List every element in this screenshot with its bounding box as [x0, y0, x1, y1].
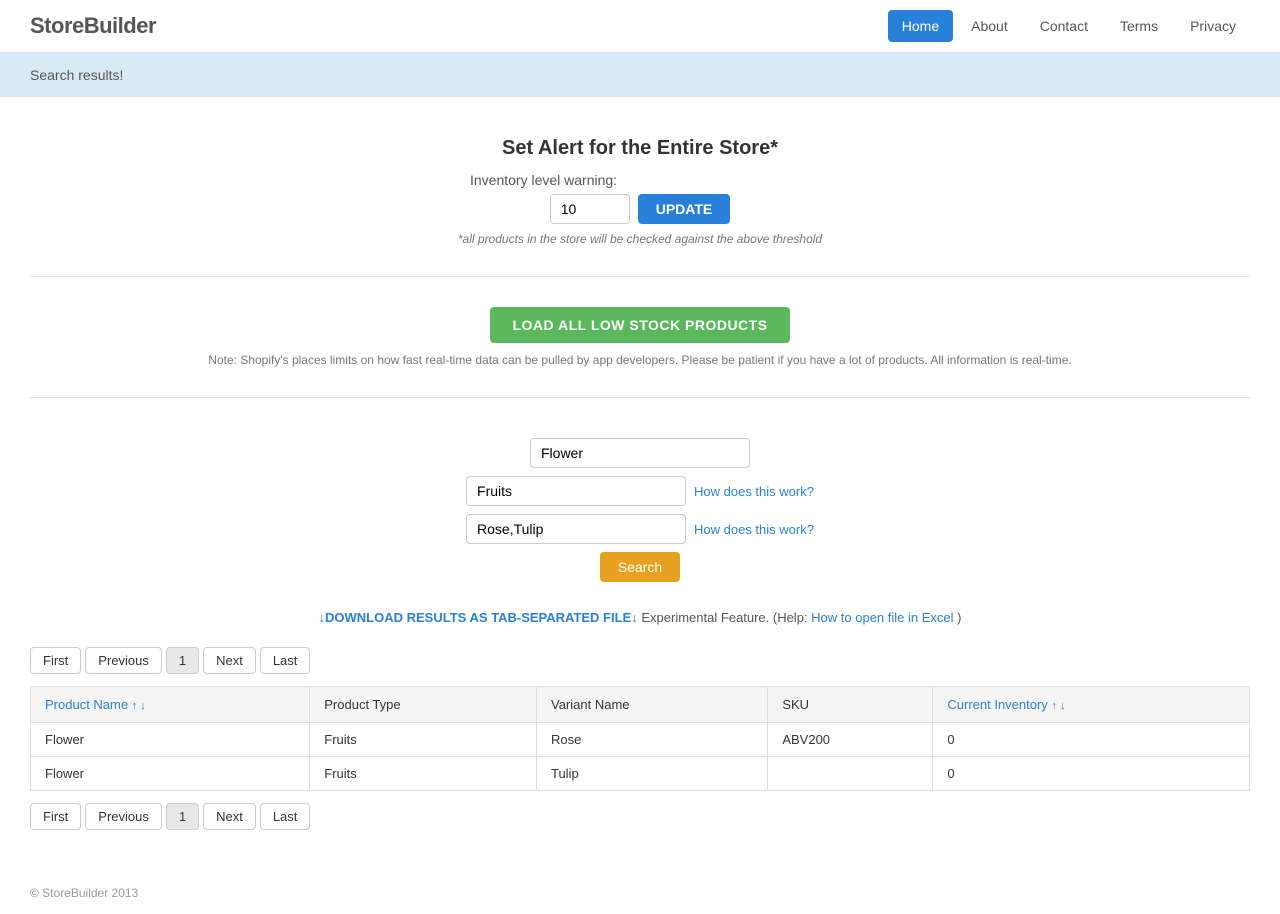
cell-product-type-1: Fruits — [310, 723, 537, 757]
product-search-row — [530, 438, 750, 468]
alert-label: Inventory level warning: — [470, 172, 810, 188]
col-inventory-label: Current Inventory — [947, 697, 1047, 712]
alert-note: *all products in the store will be check… — [30, 232, 1250, 246]
footer-text: © StoreBuilder 2013 — [30, 886, 138, 900]
pagination-top: First Previous 1 Next Last — [30, 647, 1250, 674]
download-suffix-end: ) — [957, 610, 961, 625]
help-link-variant[interactable]: How does this work? — [694, 522, 814, 537]
col-variant-label: Variant Name — [551, 697, 630, 712]
search-button[interactable]: Search — [600, 552, 680, 582]
last-button-bottom[interactable]: Last — [260, 803, 311, 830]
next-button-top[interactable]: Next — [203, 647, 256, 674]
pagination-bottom: First Previous 1 Next Last — [30, 803, 1250, 830]
results-table: Product Name ↑ ↓ Product Type Variant Na… — [30, 686, 1250, 791]
nav-menu: Home About Contact Terms Privacy — [888, 10, 1250, 42]
cell-inventory-2: 0 — [933, 757, 1250, 791]
col-product-name-label: Product Name — [45, 697, 128, 712]
table-body: Flower Fruits Rose ABV200 0 Flower Fruit… — [31, 723, 1250, 791]
col-product-type: Product Type — [310, 687, 537, 723]
cell-product-type-2: Fruits — [310, 757, 537, 791]
product-type-input[interactable] — [466, 476, 686, 506]
variant-input[interactable] — [466, 514, 686, 544]
excel-help-link[interactable]: How to open file in Excel — [811, 610, 953, 625]
previous-button-bottom[interactable]: Previous — [85, 803, 162, 830]
variant-row: How does this work? — [466, 514, 814, 544]
alert-title: Set Alert for the Entire Store* — [30, 137, 1250, 160]
cell-sku-2 — [768, 757, 933, 791]
cell-product-name-1: Flower — [31, 723, 310, 757]
alert-section: Set Alert for the Entire Store* Inventor… — [30, 117, 1250, 256]
next-button-bottom[interactable]: Next — [203, 803, 256, 830]
search-results-banner: Search results! — [0, 53, 1280, 97]
col-variant-name: Variant Name — [536, 687, 767, 723]
cell-variant-1: Rose — [536, 723, 767, 757]
load-note: Note: Shopify's places limits on how fas… — [30, 353, 1250, 367]
table-row: Flower Fruits Tulip 0 — [31, 757, 1250, 791]
cell-variant-2: Tulip — [536, 757, 767, 791]
inventory-warning-input[interactable] — [550, 194, 630, 224]
col-product-name[interactable]: Product Name ↑ ↓ — [31, 687, 310, 723]
nav-about[interactable]: About — [957, 10, 1022, 42]
footer: © StoreBuilder 2013 — [0, 872, 1280, 914]
previous-button-top[interactable]: Previous — [85, 647, 162, 674]
col-inventory-arrows: ↑ ↓ — [1051, 700, 1065, 712]
table-row: Flower Fruits Rose ABV200 0 — [31, 723, 1250, 757]
page-number-bottom[interactable]: 1 — [166, 803, 199, 830]
cell-sku-1: ABV200 — [768, 723, 933, 757]
table-head: Product Name ↑ ↓ Product Type Variant Na… — [31, 687, 1250, 723]
navbar: StoreBuilder Home About Contact Terms Pr… — [0, 0, 1280, 53]
col-product-type-label: Product Type — [324, 697, 400, 712]
search-section: How does this work? How does this work? … — [30, 418, 1250, 600]
download-section: ↓DOWNLOAD RESULTS AS TAB-SEPARATED FILE↓… — [30, 600, 1250, 635]
first-button-bottom[interactable]: First — [30, 803, 81, 830]
col-sku: SKU — [768, 687, 933, 723]
search-btn-row: Search — [600, 552, 680, 582]
page-number-top[interactable]: 1 — [166, 647, 199, 674]
load-all-button[interactable]: LOAD ALL LOW STOCK PRODUCTS — [490, 307, 789, 343]
help-link-type[interactable]: How does this work? — [694, 484, 814, 499]
alert-row: UPDATE — [30, 194, 1250, 224]
load-section: LOAD ALL LOW STOCK PRODUCTS Note: Shopif… — [30, 297, 1250, 377]
col-product-name-arrows: ↑ ↓ — [132, 700, 146, 712]
last-button-top[interactable]: Last — [260, 647, 311, 674]
col-sku-label: SKU — [782, 697, 809, 712]
cell-inventory-1: 0 — [933, 723, 1250, 757]
divider-2 — [30, 397, 1250, 398]
cell-product-name-2: Flower — [31, 757, 310, 791]
nav-privacy[interactable]: Privacy — [1176, 10, 1250, 42]
update-button[interactable]: UPDATE — [638, 194, 731, 224]
product-name-input[interactable] — [530, 438, 750, 468]
main-content: Set Alert for the Entire Store* Inventor… — [0, 117, 1280, 872]
divider-1 — [30, 276, 1250, 277]
download-link[interactable]: ↓DOWNLOAD RESULTS AS TAB-SEPARATED FILE↓ — [319, 610, 638, 625]
product-type-row: How does this work? — [466, 476, 814, 506]
col-inventory[interactable]: Current Inventory ↑ ↓ — [933, 687, 1250, 723]
table-header-row: Product Name ↑ ↓ Product Type Variant Na… — [31, 687, 1250, 723]
nav-terms[interactable]: Terms — [1106, 10, 1172, 42]
first-button-top[interactable]: First — [30, 647, 81, 674]
brand: StoreBuilder — [30, 13, 156, 39]
download-suffix: Experimental Feature. (Help: — [641, 610, 811, 625]
nav-home[interactable]: Home — [888, 10, 953, 42]
banner-text: Search results! — [30, 67, 123, 83]
nav-contact[interactable]: Contact — [1026, 10, 1102, 42]
